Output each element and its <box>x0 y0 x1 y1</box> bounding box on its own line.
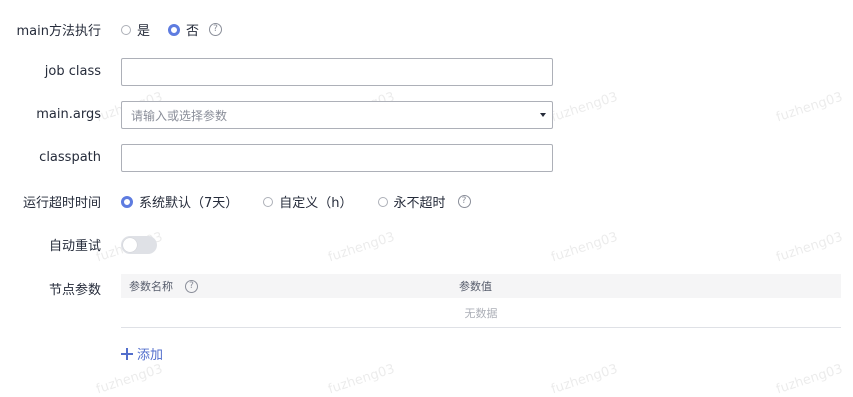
main-exec-option-no[interactable]: 否 <box>168 20 199 39</box>
watermark-text: fuzheng03 <box>94 361 165 397</box>
table-empty-state: 无数据 <box>121 298 841 328</box>
radio-unchecked-icon <box>377 196 388 207</box>
main-args-placeholder: 请输入或选择参数 <box>131 108 228 123</box>
main-args-label: main.args <box>36 107 101 122</box>
radio-unchecked-icon <box>121 24 131 35</box>
classpath-label: classpath <box>39 150 101 165</box>
main-exec-label: main方法执行 <box>16 24 101 39</box>
timeout-label: 运行超时时间 <box>22 196 101 211</box>
watermark-text: fuzheng03 <box>549 361 620 397</box>
job-class-label: job class <box>44 64 101 79</box>
help-icon[interactable]: ? <box>185 279 198 293</box>
classpath-row: classpath <box>0 144 853 172</box>
classpath-input[interactable] <box>121 144 553 172</box>
main-exec-option-yes[interactable]: 是 <box>121 20 150 39</box>
timeout-radio-group: 系统默认（7天） 自定义（h） 永不超时 ? <box>121 192 471 211</box>
main-exec-radio-group: 是 否 ? <box>121 20 223 39</box>
main-exec-row: main方法执行 是 否 ? <box>0 18 853 39</box>
radio-checked-icon <box>168 23 181 36</box>
radio-checked-icon <box>121 195 133 208</box>
timeout-row: 运行超时时间 系统默认（7天） 自定义（h） 永不超时 ? <box>0 190 853 211</box>
caret-down-icon <box>540 113 546 117</box>
timeout-option-never[interactable]: 永不超时 <box>377 192 446 211</box>
column-header-param-name: 参数名称 ? <box>129 278 198 294</box>
toggle-knob <box>123 238 137 252</box>
auto-retry-row: 自动重试 <box>0 234 853 254</box>
radio-label: 永不超时 <box>393 196 446 211</box>
watermark-text: fuzheng03 <box>326 361 397 397</box>
radio-unchecked-icon <box>263 196 274 207</box>
radio-label: 系统默认（7天） <box>139 196 239 211</box>
timeout-option-default[interactable]: 系统默认（7天） <box>121 192 238 211</box>
watermark-text: fuzheng03 <box>774 361 845 397</box>
radio-label: 是 <box>137 24 151 39</box>
node-params-table: 参数名称 ? 参数值 无数据 <box>121 274 841 328</box>
column-header-label: 参数名称 <box>129 280 173 293</box>
radio-label: 否 <box>186 24 200 39</box>
job-class-row: job class <box>0 58 853 86</box>
main-args-row: main.args 请输入或选择参数 <box>0 101 853 129</box>
timeout-option-custom[interactable]: 自定义（h） <box>263 192 353 211</box>
add-param-label: 添加 <box>137 348 164 363</box>
node-params-label: 节点参数 <box>48 283 101 298</box>
main-args-select[interactable]: 请输入或选择参数 <box>121 101 553 129</box>
job-class-input[interactable] <box>121 58 553 86</box>
help-icon[interactable]: ? <box>457 195 471 208</box>
table-header: 参数名称 ? 参数值 <box>121 274 841 298</box>
help-icon[interactable]: ? <box>209 23 223 36</box>
add-param-button[interactable]: 添加 <box>121 344 163 363</box>
auto-retry-label: 自动重试 <box>48 239 101 254</box>
auto-retry-toggle[interactable] <box>121 236 157 254</box>
plus-icon <box>121 347 133 360</box>
radio-label: 自定义（h） <box>279 196 353 211</box>
column-header-param-value: 参数值 <box>459 280 492 293</box>
